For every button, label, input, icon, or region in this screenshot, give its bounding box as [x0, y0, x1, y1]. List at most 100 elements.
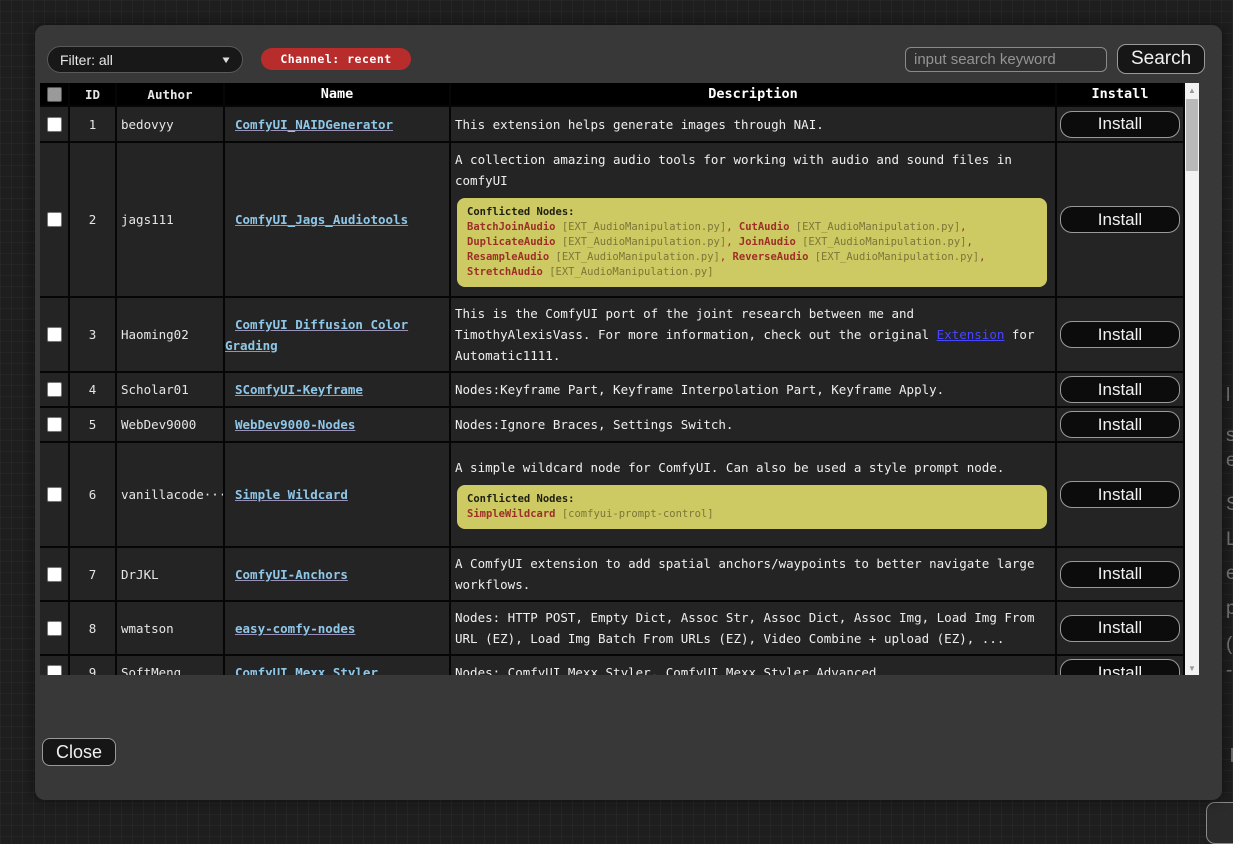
- channel-badge[interactable]: Channel: recent: [261, 48, 411, 70]
- conflict-node: StretchAudio: [467, 266, 543, 278]
- conflict-ref: [EXT_AudioManipulation.py]: [802, 236, 966, 248]
- row-description-cell: A collection amazing audio tools for wor…: [451, 143, 1055, 296]
- description-text: Nodes: HTTP POST, Empty Dict, Assoc Str,…: [455, 610, 1034, 646]
- row-checkbox[interactable]: [47, 621, 62, 636]
- install-button[interactable]: Install: [1060, 659, 1180, 675]
- conflict-ref: [comfyui-prompt-control]: [562, 508, 714, 520]
- row-install-cell: Install: [1057, 548, 1183, 600]
- scrollbar-up-arrow-icon[interactable]: ▲: [1185, 83, 1199, 97]
- row-name-link[interactable]: ComfyUI-Anchors: [225, 564, 348, 585]
- background-menu-fragment: L: [1226, 529, 1233, 551]
- conflict-ref: [EXT_AudioManipulation.py]: [796, 221, 960, 233]
- background-menu-fragment: s: [1226, 425, 1233, 447]
- row-name-cell: ComfyUI Diffusion Color Grading: [225, 298, 449, 371]
- filter-dropdown[interactable]: Filter: all ▼: [47, 46, 243, 73]
- table-row: 2jags111ComfyUI_Jags_AudiotoolsA collect…: [40, 143, 1183, 296]
- conflict-separator: ,: [979, 251, 985, 263]
- conflict-node: DuplicateAudio: [467, 236, 556, 248]
- row-name-link[interactable]: ComfyUI_Jags_Audiotools: [225, 209, 408, 230]
- install-button[interactable]: Install: [1060, 481, 1180, 508]
- row-author: Scholar01: [117, 373, 223, 406]
- install-button[interactable]: Install: [1060, 561, 1180, 588]
- header-description: Description: [451, 83, 1055, 105]
- row-name-link[interactable]: easy-comfy-nodes: [225, 618, 355, 639]
- row-checkbox[interactable]: [47, 567, 62, 582]
- row-name-link[interactable]: SComfyUI-Keyframe: [225, 379, 363, 400]
- row-name-cell: SComfyUI-Keyframe: [225, 373, 449, 406]
- row-description: A collection amazing audio tools for wor…: [455, 149, 1055, 191]
- row-author: wmatson: [117, 602, 223, 654]
- row-name-cell: WebDev9000-Nodes: [225, 408, 449, 441]
- row-checkbox-cell: [40, 548, 68, 600]
- table-scrollbar[interactable]: ▲ ▼: [1185, 83, 1199, 675]
- description-link[interactable]: Extension: [937, 327, 1005, 342]
- row-name-link[interactable]: ComfyUI_Mexx_Styler: [225, 662, 378, 675]
- install-button[interactable]: Install: [1060, 111, 1180, 138]
- table-row: 4Scholar01SComfyUI-KeyframeNodes:Keyfram…: [40, 373, 1183, 406]
- row-id: 8: [70, 602, 115, 654]
- search-input[interactable]: [905, 47, 1107, 72]
- conflict-node: ResampleAudio: [467, 251, 549, 263]
- install-button[interactable]: Install: [1060, 376, 1180, 403]
- background-menu-fragment: e: [1226, 563, 1233, 585]
- row-checkbox-cell: [40, 373, 68, 406]
- row-author: Haoming02: [117, 298, 223, 371]
- row-checkbox[interactable]: [47, 212, 62, 227]
- scrollbar-down-arrow-icon[interactable]: ▼: [1185, 661, 1199, 675]
- table-header-row: ID Author Name Description Install: [40, 83, 1183, 105]
- background-menu-fragment: e: [1226, 450, 1233, 472]
- table-row: 9SoftMengComfyUI_Mexx_StylerNodes: Comfy…: [40, 656, 1183, 675]
- table-row: 6vanillacode···Simple WildcardA simple w…: [40, 443, 1183, 546]
- conflict-separator: ,: [726, 221, 739, 233]
- conflict-title: Conflicted Nodes:: [467, 492, 1037, 507]
- row-checkbox[interactable]: [47, 327, 62, 342]
- custom-nodes-table-body: 1bedovyyComfyUI_NAIDGeneratorThis extens…: [40, 107, 1183, 675]
- row-name-cell: ComfyUI_Mexx_Styler: [225, 656, 449, 675]
- row-id: 6: [70, 443, 115, 546]
- search-button[interactable]: Search: [1117, 44, 1205, 74]
- select-all-checkbox[interactable]: [47, 87, 62, 102]
- row-install-cell: Install: [1057, 143, 1183, 296]
- custom-nodes-dialog: Filter: all ▼ Channel: recent Search ID …: [35, 25, 1222, 800]
- conflict-box: Conflicted Nodes:SimpleWildcard [comfyui…: [457, 485, 1047, 529]
- row-description-cell: A simple wildcard node for ComfyUI. Can …: [451, 443, 1055, 546]
- row-description-cell: Nodes:Ignore Braces, Settings Switch.: [451, 408, 1055, 441]
- install-button[interactable]: Install: [1060, 321, 1180, 348]
- install-button[interactable]: Install: [1060, 615, 1180, 642]
- chevron-down-icon: ▼: [220, 54, 232, 65]
- background-panel-corner: [1206, 802, 1233, 844]
- row-name-cell: easy-comfy-nodes: [225, 602, 449, 654]
- row-checkbox[interactable]: [47, 417, 62, 432]
- conflict-ref: [EXT_AudioManipulation.py]: [556, 251, 720, 263]
- row-checkbox[interactable]: [47, 487, 62, 502]
- row-name-link[interactable]: Simple Wildcard: [225, 484, 348, 505]
- conflict-node: ReverseAudio: [733, 251, 809, 263]
- close-button[interactable]: Close: [42, 738, 116, 766]
- table-row: 5WebDev9000WebDev9000-NodesNodes:Ignore …: [40, 408, 1183, 441]
- row-description: Nodes: ComfyUI Mexx Styler, ComfyUI Mexx…: [455, 662, 1055, 675]
- install-button[interactable]: Install: [1060, 411, 1180, 438]
- conflict-separator: ,: [960, 221, 966, 233]
- row-install-cell: Install: [1057, 373, 1183, 406]
- row-name-cell: ComfyUI-Anchors: [225, 548, 449, 600]
- conflict-node: SimpleWildcard: [467, 508, 556, 520]
- row-name-link[interactable]: WebDev9000-Nodes: [225, 414, 355, 435]
- conflict-ref: [EXT_AudioManipulation.py]: [815, 251, 979, 263]
- row-checkbox[interactable]: [47, 382, 62, 397]
- row-checkbox-cell: [40, 408, 68, 441]
- background-menu-fragment: p: [1226, 598, 1233, 620]
- background-menu-fragment: S: [1226, 494, 1233, 516]
- row-author: SoftMeng: [117, 656, 223, 675]
- row-checkbox[interactable]: [47, 665, 62, 675]
- row-description: This is the ComfyUI port of the joint re…: [455, 303, 1055, 366]
- install-button[interactable]: Install: [1060, 206, 1180, 233]
- row-id: 5: [70, 408, 115, 441]
- row-name-link[interactable]: ComfyUI Diffusion Color Grading: [225, 314, 449, 356]
- row-checkbox[interactable]: [47, 117, 62, 132]
- conflict-ref: [EXT_AudioManipulation.py]: [549, 266, 713, 278]
- row-name-link[interactable]: ComfyUI_NAIDGenerator: [225, 114, 393, 135]
- background-menu-fragment: l: [1226, 385, 1230, 407]
- scrollbar-thumb[interactable]: [1186, 99, 1198, 171]
- row-checkbox-cell: [40, 656, 68, 675]
- header-name: Name: [225, 83, 449, 105]
